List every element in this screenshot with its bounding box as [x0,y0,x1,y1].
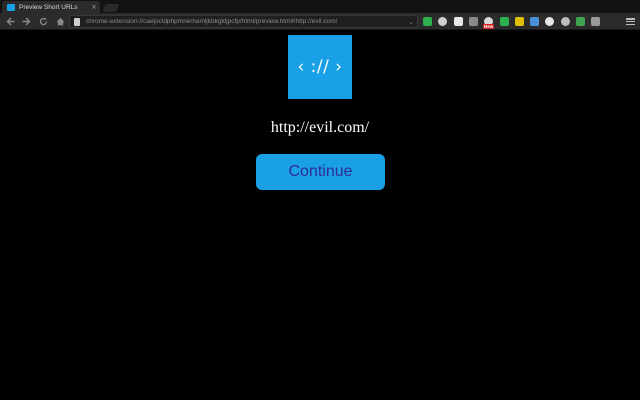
arrow-extension-icon[interactable] [515,17,524,26]
feedly-extension-icon[interactable] [423,17,432,26]
browser-tab[interactable]: Preview Short URLs × [2,1,100,13]
globe-extension-icon[interactable] [530,17,539,26]
evernote-extension-icon[interactable] [500,17,509,26]
page-icon [74,17,80,26]
recycle-extension-icon[interactable] [591,17,600,26]
continue-button[interactable]: Continue [256,154,385,190]
reload-icon[interactable] [37,16,49,27]
page-content: ‹ :// › http://evil.com/ Continue [0,31,640,400]
address-bar[interactable]: chrome-extension://caejocldphpmnemamljkb… [69,15,418,28]
logo-text: ‹ :// › [297,57,343,77]
chat-extension-icon[interactable] [545,17,554,26]
tab-title: Preview Short URLs [19,3,78,11]
moon-extension-icon[interactable] [561,17,570,26]
menu-icon[interactable] [626,17,635,26]
preview-url: http://evil.com/ [270,119,370,136]
picture-extension-icon[interactable] [576,17,585,26]
new-badge: New [483,24,495,29]
forward-arrow-icon[interactable] [20,16,32,27]
extension-logo: ‹ :// › [288,35,352,99]
address-bar-url[interactable]: chrome-extension://caejocldphpmnemamljkb… [86,18,405,25]
home-icon[interactable] [54,16,66,27]
tab-strip: Preview Short URLs × [0,0,640,13]
back-arrow-icon[interactable] [4,16,16,27]
browser-toolbar: chrome-extension://caejocldphpmnemamljkb… [0,13,640,30]
circle-extension-icon[interactable] [438,17,447,26]
puzzle-extension-icon[interactable] [469,17,478,26]
extension-favicon-icon [7,3,15,11]
new-tab-button[interactable] [102,4,120,12]
omnibox-action-icon[interactable]: ⌄ [405,18,417,26]
document-extension-icon[interactable] [454,17,463,26]
close-tab-icon[interactable]: × [89,2,99,12]
